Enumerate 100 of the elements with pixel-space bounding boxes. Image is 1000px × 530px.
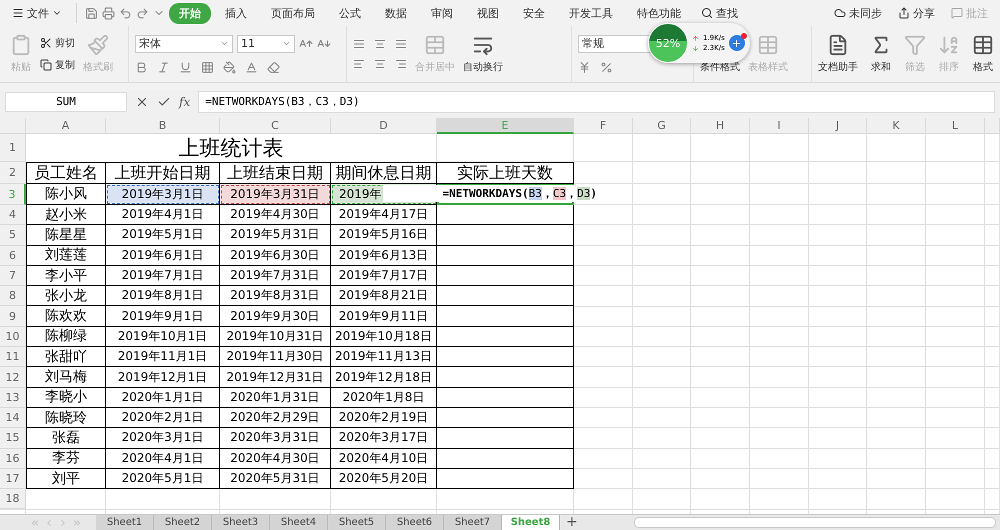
column-header[interactable]: D [331,118,437,134]
bold-icon[interactable] [135,60,148,74]
format-button[interactable]: 格式 [972,34,994,74]
ribbon-tab[interactable]: 特色功能 [627,2,691,24]
undo-icon[interactable] [119,6,132,20]
align-left-icon[interactable] [353,58,365,70]
column-header[interactable]: G [633,118,691,134]
ribbon-tab[interactable]: 公式 [329,2,371,24]
underline-icon[interactable] [179,60,192,74]
scrollbar[interactable] [634,517,996,528]
row-header[interactable]: 4 [0,205,26,226]
ribbon-tab[interactable]: 审阅 [421,2,463,24]
font-size-select[interactable]: 11 [237,34,295,52]
row-header[interactable]: 11 [0,347,26,368]
table-cell: 2019年9月11日 [331,306,437,327]
column-header[interactable]: C [220,118,331,134]
eraser-icon[interactable] [267,60,280,74]
column-title: 期间休息日期 [331,162,437,184]
ribbon-tab[interactable]: 页面布局 [261,2,325,24]
column-header[interactable]: H [691,118,750,134]
cut-button[interactable]: 剪切 [40,36,75,50]
align-bottom-icon[interactable] [395,38,407,50]
table-cell: 2020年2月19日 [331,408,437,428]
yen-icon[interactable] [578,60,591,74]
sync-button[interactable]: 未同步 [828,6,888,20]
row-header[interactable]: 2 [0,162,26,184]
sheet-tab[interactable]: Sheet2 [154,515,212,530]
sheet-tab[interactable]: Sheet4 [270,515,328,530]
ribbon-tab[interactable]: 视图 [467,2,509,24]
column-header[interactable]: B [106,118,220,134]
assistant-button[interactable]: 文档助手 [818,34,858,74]
function-button[interactable]: fx [179,94,190,108]
row-header[interactable]: 9 [0,306,26,327]
sheet-tab[interactable]: Sheet5 [328,515,386,530]
row-header[interactable]: 8 [0,286,26,306]
caret-icon [220,39,229,48]
font-color-icon[interactable] [245,60,258,74]
font-select[interactable]: 宋体 [135,34,233,52]
search-button[interactable]: 查找 [695,6,744,20]
sum-button[interactable]: 求和 [870,34,892,74]
table-cell: 陈柳绿 [26,326,106,348]
share-icon [898,7,910,19]
ribbon-tab[interactable]: 安全 [513,2,555,24]
sheet-tab[interactable]: Sheet3 [212,515,270,530]
row-header[interactable]: 1 [0,134,26,162]
table-cell: 张小龙 [26,286,106,306]
italic-icon[interactable] [157,60,170,74]
row-header[interactable]: 17 [0,468,26,490]
table-cell: 2020年4月30日 [220,448,331,469]
row-header[interactable]: 16 [0,448,26,469]
row-header[interactable]: 15 [0,428,26,449]
column-header[interactable]: I [750,118,809,134]
ribbon-tab[interactable]: 数据 [375,2,417,24]
align-center-icon[interactable] [374,58,386,70]
ribbon-tab[interactable]: 开发工具 [559,2,623,24]
row-header[interactable]: 18 [0,489,26,510]
ribbon-tab[interactable]: 插入 [215,2,257,24]
table-cell: 张磊 [26,428,106,449]
table-cell: 2020年5月1日 [106,468,220,490]
column-header[interactable]: A [26,118,106,134]
table-cell: 2020年4月1日 [106,448,220,469]
row-header[interactable]: 5 [0,225,26,246]
sheet-tab[interactable]: Sheet8 [502,515,560,530]
row-header[interactable]: 6 [0,246,26,266]
row-header[interactable]: 12 [0,367,26,388]
wrap-text-button[interactable]: 自动换行 [463,34,503,74]
row-header[interactable]: 3 [0,184,26,205]
table-cell: 2019年5月1日 [106,225,220,246]
fill-icon[interactable] [223,60,236,74]
sheet-tab[interactable]: Sheet7 [444,515,502,530]
column-header[interactable]: L [926,118,985,134]
column-header[interactable]: J [809,118,867,134]
percent-icon[interactable] [600,60,613,74]
share-button[interactable]: 分享 [892,6,941,20]
name-box[interactable]: SUM [5,92,127,112]
sheet-tab[interactable]: Sheet6 [386,515,444,530]
search-icon [701,7,713,19]
clipboard-icon [10,34,32,56]
align-right-icon[interactable] [395,58,407,70]
save-icon[interactable] [85,6,98,20]
add-sheet-button[interactable]: + [560,515,584,530]
boost-button[interactable] [728,35,745,51]
row-header[interactable]: 7 [0,266,26,286]
sheet-tab[interactable]: Sheet1 [96,515,154,530]
formula-field[interactable]: =NETWORKDAYS(B3，C3，D3) [198,90,995,112]
ribbon-tab[interactable]: 开始 [169,2,211,24]
row-header[interactable]: 14 [0,408,26,428]
column-header[interactable]: F [574,118,633,134]
upload-icon [692,34,699,42]
table-icon [972,34,994,56]
row-header[interactable]: 10 [0,326,26,348]
column-header[interactable]: K [867,118,926,134]
align-middle-icon[interactable] [374,38,386,50]
print-icon[interactable] [102,6,115,20]
align-top-icon[interactable] [353,38,365,50]
border-icon[interactable] [201,60,214,74]
redo-icon[interactable] [136,6,149,20]
file-menu[interactable]: 文件 [6,6,68,20]
copy-button[interactable]: 复制 [40,58,75,72]
row-header[interactable]: 13 [0,388,26,408]
